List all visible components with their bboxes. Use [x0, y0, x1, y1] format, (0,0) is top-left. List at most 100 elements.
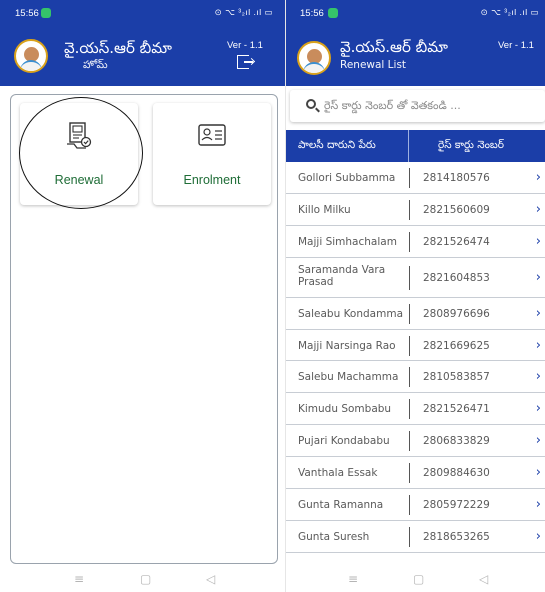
list-item[interactable]: Gunta Ramanna 2805972229 ›	[286, 489, 545, 521]
chevron-right-icon[interactable]: ›	[536, 401, 541, 416]
row-divider	[409, 463, 410, 484]
policy-holder-name: Saramanda Vara Prasad	[298, 263, 386, 288]
home-button[interactable]: ▢	[140, 572, 151, 586]
rice-card-number: 2810583857	[423, 371, 490, 384]
app-bar: వై.యస్.ఆర్ బీమా Renewal List Ver - 1.1	[286, 26, 545, 86]
home-button[interactable]: ▢	[413, 572, 424, 586]
chevron-right-icon[interactable]: ›	[536, 170, 541, 185]
row-divider	[409, 526, 410, 547]
enrolment-card[interactable]: Enrolment	[153, 103, 271, 205]
recents-button[interactable]: ≡	[74, 572, 84, 586]
column-header-policy-holder: పాలసీ దారుని పేరు	[298, 139, 376, 151]
row-divider	[409, 231, 410, 252]
renewal-list-screen: 15:56 ⊙ ⌥ ³₂ıl .ıl ▭ వై.యస్.ఆర్ బీమా Ren…	[286, 0, 545, 592]
renewal-label: Renewal	[54, 173, 104, 187]
list-item[interactable]: Saramanda Vara Prasad 2821604853 ›	[286, 257, 545, 298]
screen-title: Renewal List	[340, 59, 407, 71]
status-icons: ⊙ ⌥ ³₂ıl .ıl ▭	[214, 7, 273, 17]
list-item[interactable]: Saleabu Kondamma 2808976696 ›	[286, 297, 545, 330]
enrolment-label: Enrolment	[183, 173, 241, 187]
row-divider	[409, 303, 410, 324]
rice-card-number: 2821526471	[423, 403, 490, 416]
back-button[interactable]: ◁	[479, 572, 488, 586]
renewal-document-icon	[67, 122, 92, 149]
row-divider	[409, 367, 410, 388]
app-logo	[297, 41, 331, 75]
app-bar: వై.యస్.ఆర్ బీమా హోమ్ Ver - 1.1	[0, 26, 285, 86]
recents-button[interactable]: ≡	[348, 572, 358, 586]
app-title: వై.యస్.ఆర్ బీమా	[64, 39, 172, 57]
header-divider	[408, 130, 409, 162]
policy-holder-name: Pujari Kondababu	[298, 435, 390, 448]
column-header-rice-card: రైస్ కార్డు నెంబర్	[438, 139, 505, 151]
status-bar: 15:56 ⊙ ⌥ ³₂ıl .ıl ▭	[0, 0, 285, 26]
row-divider	[409, 495, 410, 516]
chevron-right-icon[interactable]: ›	[536, 202, 541, 217]
rice-card-number: 2821560609	[423, 203, 490, 216]
row-divider	[409, 399, 410, 420]
search-bar[interactable]: రైస్ కార్డు నెంబర్ తో వెతకండి ...	[290, 90, 545, 122]
search-input[interactable]: రైస్ కార్డు నెంబర్ తో వెతకండి ...	[324, 99, 461, 115]
rice-card-number: 2818653265	[423, 530, 490, 543]
policy-holder-name: Saleabu Kondamma	[298, 307, 403, 320]
policy-holder-name: Gunta Ramanna	[298, 499, 384, 512]
notification-icon	[41, 8, 51, 18]
list-item[interactable]: Vanthala Essak 2809884630 ›	[286, 457, 545, 490]
row-divider	[409, 199, 410, 220]
notification-icon	[328, 8, 338, 18]
system-nav-bar: ≡ ▢ ◁	[0, 566, 285, 592]
policy-holder-name: Majji Simhachalam	[298, 235, 397, 248]
status-time: 15:56	[15, 8, 39, 19]
back-button[interactable]: ◁	[206, 572, 215, 586]
version-label: Ver - 1.1	[227, 40, 263, 51]
rice-card-number: 2806833829	[423, 435, 490, 448]
list-item[interactable]: Pujari Kondababu 2806833829 ›	[286, 425, 545, 458]
id-card-icon	[198, 124, 226, 146]
policy-holder-name: Vanthala Essak	[298, 467, 378, 480]
chevron-right-icon[interactable]: ›	[536, 465, 541, 480]
chevron-right-icon[interactable]: ›	[536, 369, 541, 384]
chevron-right-icon[interactable]: ›	[536, 433, 541, 448]
rice-card-number: 2805972229	[423, 499, 490, 512]
home-menu: Renewal Enrolment	[10, 94, 278, 564]
list-item[interactable]: Gollori Subbamma 2814180576 ›	[286, 162, 545, 194]
row-divider	[409, 265, 410, 290]
status-icons: ⊙ ⌥ ³₂ıl .ıl ▭	[480, 7, 539, 17]
renewal-list: Gollori Subbamma 2814180576 › Killo Milku 28…	[286, 162, 545, 553]
list-item[interactable]: Salebu Machamma 2810583857 ›	[286, 361, 545, 394]
list-item[interactable]: Majji Simhachalam 2821526474 ›	[286, 225, 545, 258]
chevron-right-icon[interactable]: ›	[536, 270, 541, 285]
row-divider	[409, 431, 410, 452]
rice-card-number: 2821604853	[423, 271, 490, 284]
list-item[interactable]: Kimudu Sombabu 2821526471 ›	[286, 393, 545, 426]
table-header: పాలసీ దారుని పేరు రైస్ కార్డు నెంబర్	[286, 130, 545, 162]
list-item[interactable]: Killo Milku 2821560609 ›	[286, 193, 545, 226]
app-title: వై.యస్.ఆర్ బీమా	[340, 38, 448, 56]
chevron-right-icon[interactable]: ›	[536, 497, 541, 512]
status-time: 15:56	[300, 8, 324, 19]
chevron-right-icon[interactable]: ›	[536, 306, 541, 321]
renewal-card[interactable]: Renewal	[20, 103, 138, 205]
row-divider	[409, 168, 410, 188]
policy-holder-name: Gollori Subbamma	[298, 172, 396, 184]
policy-holder-name: Gunta Suresh	[298, 530, 370, 543]
status-bar: 15:56 ⊙ ⌥ ³₂ıl .ıl ▭	[286, 0, 545, 26]
policy-holder-name: Kimudu Sombabu	[298, 403, 392, 416]
policy-holder-name: Killo Milku	[298, 203, 351, 216]
logout-icon[interactable]	[237, 55, 253, 69]
rice-card-number: 2808976696	[423, 307, 490, 320]
chevron-right-icon[interactable]: ›	[536, 529, 541, 544]
app-logo	[14, 39, 48, 73]
chevron-right-icon[interactable]: ›	[536, 234, 541, 249]
home-screen: 15:56 ⊙ ⌥ ³₂ıl .ıl ▭ వై.యస్.ఆర్ బీమా హోమ…	[0, 0, 285, 592]
rice-card-number: 2821669625	[423, 339, 490, 352]
rice-card-number: 2809884630	[423, 467, 490, 480]
search-icon	[306, 99, 316, 109]
system-nav-bar: ≡ ▢ ◁	[286, 566, 545, 592]
rice-card-number: 2821526474	[423, 235, 490, 248]
list-item[interactable]: Gunta Suresh 2818653265 ›	[286, 520, 545, 553]
chevron-right-icon[interactable]: ›	[536, 338, 541, 353]
row-divider	[409, 335, 410, 356]
policy-holder-name: Majji Narsinga Rao	[298, 339, 396, 352]
list-item[interactable]: Majji Narsinga Rao 2821669625 ›	[286, 329, 545, 362]
